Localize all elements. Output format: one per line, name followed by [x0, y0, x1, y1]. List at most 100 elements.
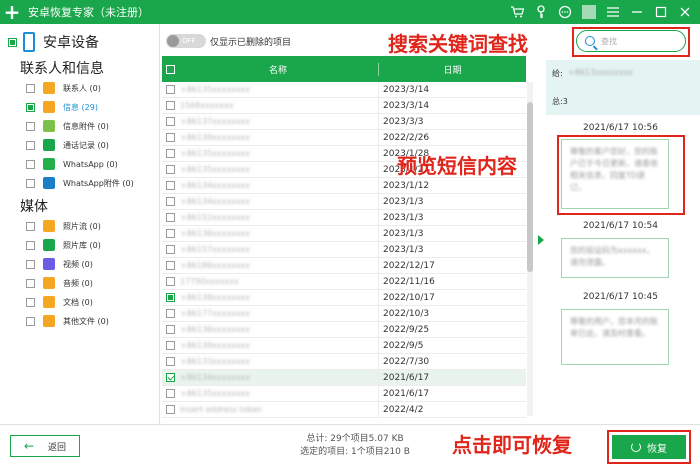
sidebar-item[interactable]: WhatsApp附件 (0)	[26, 176, 134, 190]
row-date: 2022/12/17	[378, 257, 526, 274]
photo-stream-icon	[43, 220, 55, 232]
sidebar-item-checkbox[interactable]	[26, 259, 35, 269]
table-row[interactable]: +86139xxxxxxxx 2022/9/5	[162, 337, 526, 354]
table-scrollbar[interactable]	[527, 82, 533, 416]
back-button[interactable]: ← 返回	[10, 435, 80, 457]
sidebar-item-checkbox[interactable]	[26, 221, 35, 231]
chat-icon[interactable]	[558, 5, 572, 19]
sidebar-item[interactable]: WhatsApp (0)	[26, 157, 118, 171]
sidebar-item-checkbox[interactable]	[26, 316, 35, 326]
close-icon[interactable]	[678, 5, 692, 19]
table-row[interactable]: +86177xxxxxxxx 2022/10/3	[162, 305, 526, 322]
toggle-knob	[167, 35, 179, 47]
row-checkbox[interactable]	[165, 149, 175, 158]
row-checkbox[interactable]	[165, 309, 175, 318]
table-row[interactable]: Insert address token 2022/4/2	[162, 401, 526, 418]
row-name: +86136xxxxxxxx	[180, 325, 251, 334]
row-checkbox[interactable]	[165, 373, 175, 382]
row-checkbox[interactable]	[165, 325, 175, 334]
sidebar-item[interactable]: 照片库 (0)	[26, 238, 101, 252]
table-header: 名称 日期	[162, 56, 526, 82]
sidebar-item[interactable]: 音频 (0)	[26, 276, 93, 290]
row-date: 2022/10/17	[378, 289, 526, 306]
row-checkbox[interactable]	[165, 213, 175, 222]
table-row[interactable]: +86186xxxxxxxx 2022/12/17	[162, 257, 526, 274]
device-row[interactable]: 安卓设备	[8, 32, 99, 52]
table-row[interactable]: +86136xxxxxxxx 2022/9/25	[162, 321, 526, 338]
sidebar-item-checkbox[interactable]	[26, 278, 35, 288]
sidebar-item[interactable]: 通话记录 (0)	[26, 138, 109, 152]
sidebar-item[interactable]: 视频 (0)	[26, 257, 93, 271]
row-date: 2023/1/3	[378, 209, 526, 226]
toggle-state: OFF	[182, 37, 196, 45]
row-checkbox[interactable]	[165, 117, 175, 126]
sidebar-item[interactable]: 其他文件 (0)	[26, 314, 109, 328]
sidebar-item[interactable]: 信息 (29)	[26, 100, 98, 114]
table-row[interactable]: 17790xxxxxxx 2022/11/16	[162, 273, 526, 290]
table-row[interactable]: +86135xxxxxxxx 2023/3/14	[162, 81, 526, 98]
message-text: 您的验证码为xxxxxx，请勿泄露。	[570, 246, 655, 267]
key-icon[interactable]	[534, 5, 548, 19]
message-table: 名称 日期 +86135xxxxxxxx 2023/3/14 1568xxxxxxx…	[162, 56, 526, 424]
maximize-icon[interactable]	[654, 5, 668, 19]
row-checkbox[interactable]	[165, 229, 175, 238]
sidebar-item-checkbox[interactable]	[26, 140, 35, 150]
row-checkbox[interactable]	[165, 389, 175, 398]
sidebar-item-checkbox[interactable]	[26, 83, 35, 93]
sidebar-item-checkbox[interactable]	[26, 297, 35, 307]
column-header-name[interactable]: 名称	[178, 63, 378, 76]
row-checkbox[interactable]	[165, 181, 175, 190]
table-row[interactable]: +86134xxxxxxxx 2021/6/17	[162, 369, 526, 386]
row-checkbox[interactable]	[165, 101, 175, 110]
row-checkbox[interactable]	[165, 85, 175, 94]
scrollbar-thumb[interactable]	[527, 102, 533, 272]
row-checkbox[interactable]	[165, 405, 175, 414]
sidebar-item[interactable]: 文档 (0)	[26, 295, 93, 309]
row-checkbox[interactable]	[165, 293, 175, 302]
table-row[interactable]: +86138xxxxxxxx 2022/10/17	[162, 289, 526, 306]
table-row[interactable]: +86134xxxxxxxx 2023/1/12	[162, 177, 526, 194]
total-items: 总计: 29个项目5.07 KB	[306, 434, 404, 444]
table-row[interactable]: +86139xxxxxxxx 2022/2/26	[162, 129, 526, 146]
select-all-checkbox[interactable]	[165, 64, 175, 74]
row-checkbox[interactable]	[165, 277, 175, 286]
row-name: +86134xxxxxxxx	[180, 197, 251, 206]
table-row[interactable]: +86137xxxxxxxx 2023/3/3	[162, 113, 526, 130]
sidebar-item[interactable]: 照片流 (0)	[26, 219, 101, 233]
table-row[interactable]: +86152xxxxxxxx 2023/1/3	[162, 209, 526, 226]
recover-label: 恢复	[647, 443, 667, 455]
row-checkbox[interactable]	[165, 341, 175, 350]
table-row[interactable]: +86133xxxxxxxx 2022/7/30	[162, 353, 526, 370]
row-date: 2023/1/3	[378, 241, 526, 258]
sidebar-item-label: 文档 (0)	[63, 297, 93, 307]
minimize-icon[interactable]	[630, 5, 644, 19]
cart-icon[interactable]	[510, 5, 524, 19]
row-checkbox[interactable]	[165, 133, 175, 142]
row-date: 2021/6/17	[378, 369, 526, 386]
device-checkbox[interactable]	[8, 37, 17, 47]
table-row[interactable]: 1568xxxxxxx 2023/3/14	[162, 97, 526, 114]
row-checkbox[interactable]	[165, 357, 175, 366]
row-checkbox[interactable]	[165, 245, 175, 254]
sidebar-item[interactable]: 联系人 (0)	[26, 81, 101, 95]
row-date: 2023/3/3	[378, 113, 526, 130]
photo-library-icon	[43, 239, 55, 251]
deleted-only-toggle[interactable]: OFF	[166, 34, 206, 48]
sidebar-item-checkbox[interactable]	[26, 121, 35, 131]
row-checkbox[interactable]	[165, 261, 175, 270]
expand-arrow-icon[interactable]	[538, 235, 544, 245]
sidebar-item[interactable]: 信息附件 (0)	[26, 119, 109, 133]
row-checkbox[interactable]	[165, 165, 175, 174]
recover-button[interactable]: 恢复	[612, 435, 686, 459]
column-header-date[interactable]: 日期	[378, 62, 526, 76]
sidebar-item-checkbox[interactable]	[26, 240, 35, 250]
sidebar-item-checkbox[interactable]	[26, 159, 35, 169]
menu-icon[interactable]	[606, 5, 620, 19]
row-checkbox[interactable]	[165, 197, 175, 206]
table-row[interactable]: +86134xxxxxxxx 2023/1/3	[162, 193, 526, 210]
table-row[interactable]: +86135xxxxxxxx 2021/6/17	[162, 385, 526, 402]
table-row[interactable]: +86136xxxxxxxx 2023/1/3	[162, 225, 526, 242]
sidebar-item-checkbox[interactable]	[26, 102, 35, 112]
table-row[interactable]: +86157xxxxxxxx 2023/1/3	[162, 241, 526, 258]
sidebar-item-checkbox[interactable]	[26, 178, 35, 188]
